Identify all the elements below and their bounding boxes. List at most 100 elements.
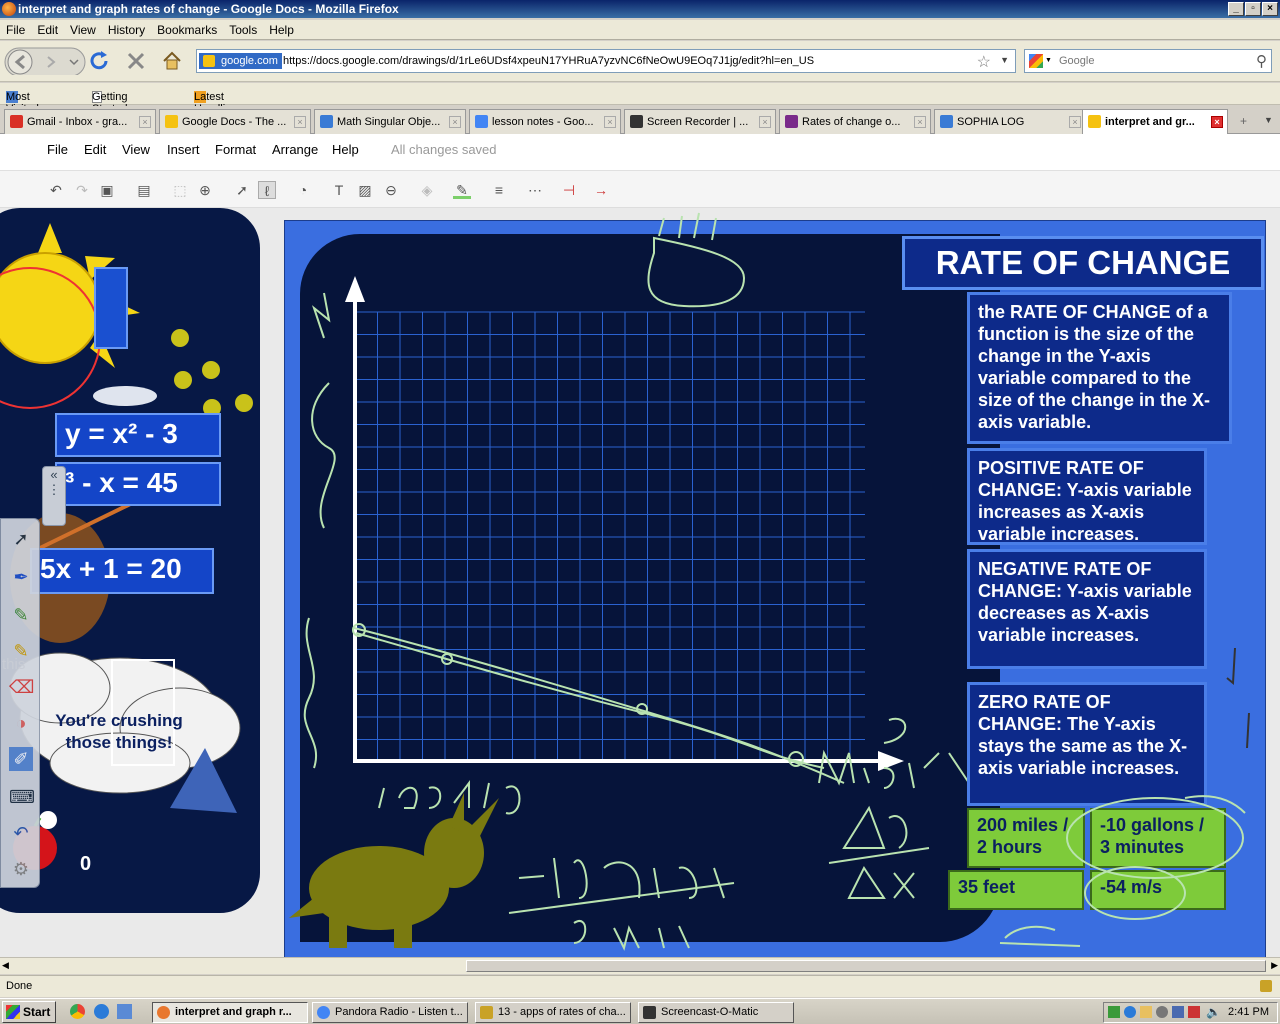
menu-tools[interactable]: Tools [223,20,263,40]
docs-menu-view[interactable]: View [122,142,150,157]
settings-tool-icon[interactable]: ⚙ [9,857,33,881]
select-area-icon[interactable]: ⬚ [171,181,189,199]
tab-list-icon[interactable]: ▼ [1264,115,1273,125]
tab-close-icon[interactable]: × [1069,116,1081,128]
maximize-button[interactable]: ▫ [1245,2,1261,16]
page-icon [785,115,798,128]
window-title-bar: interpret and graph rates of change - Go… [0,0,1280,18]
reload-icon[interactable] [89,47,111,75]
back-forward-icon[interactable] [4,47,86,75]
tray-monitor-icon[interactable] [1172,1006,1184,1018]
stop-icon[interactable] [125,47,147,75]
tab-close-icon[interactable]: × [449,116,461,128]
eraser-tool-icon[interactable]: ⌫ [9,675,34,699]
show-desktop-icon[interactable] [117,1004,132,1019]
negative-rate-box: NEGATIVE RATE OF CHANGE: Y-axis variable… [967,549,1207,669]
collapse-palette-handle[interactable]: «⋮ [42,466,66,526]
tab-close-icon[interactable]: × [139,116,151,128]
search-icon[interactable]: ⚲ [1256,52,1267,70]
paint-format-icon[interactable]: ▤ [135,181,153,199]
redo-icon[interactable]: ↷ [73,181,91,199]
link-icon[interactable]: ⊖ [382,181,400,199]
marker-tool-icon[interactable]: ✎ [9,603,33,627]
tray-app-icon[interactable] [1124,1006,1136,1018]
tab-interpret-and-graph[interactable]: interpret and gr... × [1082,109,1228,135]
clock[interactable]: 2:41 PM [1228,1006,1269,1018]
menu-bookmarks[interactable]: Bookmarks [151,20,223,40]
zoom-icon[interactable]: ⊕ [196,181,214,199]
line-start-icon[interactable]: ⊣ [560,181,578,199]
tab-gmail[interactable]: Gmail - Inbox - gra... × [4,109,156,134]
tab-close-icon[interactable]: × [759,116,771,128]
pointer-tool-icon[interactable]: ➚ [9,527,33,551]
docs-menu-edit[interactable]: Edit [84,142,106,157]
home-icon[interactable] [161,47,183,75]
docs-menu-format[interactable]: Format [215,142,256,157]
line-weight-icon[interactable]: ≡ [490,181,508,199]
whiteboard-tool-icon[interactable]: ✐ [9,747,33,771]
task-screencast[interactable]: Screencast-O-Matic [638,1002,794,1023]
select-pointer-icon[interactable]: ➚ [233,181,251,199]
start-button[interactable]: Start [2,1001,56,1023]
tray-volume-icon[interactable]: 🔈 [1206,1005,1221,1019]
docs-menu-insert[interactable]: Insert [167,142,200,157]
undo-tool-icon[interactable]: ↶ [9,821,33,845]
site-identity-badge[interactable]: google.com [199,53,282,69]
scroll-left-icon[interactable]: ◀ [2,960,9,971]
keyboard-tool-icon[interactable]: ⌨ [9,785,35,809]
paste-icon[interactable]: ▣ [98,181,116,199]
menu-history[interactable]: History [102,20,151,40]
tab-close-icon[interactable]: × [604,116,616,128]
tab-close-icon[interactable]: × [914,116,926,128]
google-engine-icon[interactable] [1029,54,1043,68]
docs-menu-file[interactable]: File [47,142,68,157]
undo-icon[interactable]: ↶ [47,181,65,199]
tab-sophia-log[interactable]: SOPHIA LOG × [934,109,1086,134]
text-box-icon[interactable]: T [330,181,348,199]
url-bar[interactable]: google.com https://docs.google.com/drawi… [196,49,1016,73]
menu-edit[interactable]: Edit [31,20,64,40]
image-icon[interactable]: ▨ [356,181,374,199]
pen-tool-icon[interactable]: ✒ [9,565,33,589]
shape-icon[interactable]: ◔ [294,181,312,199]
drawing-canvas[interactable]: y = x² - 3 ³ - x = 45 5x + 1 = 20 You're… [0,208,1280,958]
line-color-icon[interactable]: ✎ [453,181,471,199]
tray-security-icon[interactable] [1156,1006,1168,1018]
new-tab-icon[interactable]: + [1240,114,1247,128]
tab-lesson-notes[interactable]: lesson notes - Goo... × [469,109,621,134]
line-dash-icon[interactable]: ⋯ [526,181,544,199]
search-bar[interactable]: ▼ Google ⚲ [1024,49,1272,73]
docs-menu-help[interactable]: Help [332,142,359,157]
url-dropdown-icon[interactable]: ▼ [1000,55,1009,65]
tray-recorder-icon[interactable] [1188,1006,1200,1018]
fill-color-icon[interactable]: ◈ [418,181,436,199]
tab-close-icon[interactable]: × [1211,116,1223,128]
scribble-line-icon[interactable]: ℓ [258,181,276,199]
tray-folder-icon[interactable] [1140,1006,1152,1018]
clear-tool-icon[interactable]: ◑ [9,711,33,735]
task-apps-of-rates[interactable]: 13 - apps of rates of cha... [475,1002,631,1023]
tab-math-singular[interactable]: Math Singular Obje... × [314,109,466,134]
tab-screen-recorder[interactable]: Screen Recorder | ... × [624,109,776,134]
tab-close-icon[interactable]: × [294,116,306,128]
horizontal-scrollbar[interactable]: ◀ ▶ [0,957,1280,974]
task-pandora[interactable]: Pandora Radio - Listen t... [312,1002,468,1023]
menu-file[interactable]: File [0,20,31,40]
tray-network-icon[interactable] [1108,1006,1120,1018]
scroll-right-icon[interactable]: ▶ [1271,960,1278,971]
bookmark-star-icon[interactable]: ☆ [977,52,991,72]
highlighter-tool-icon[interactable]: ✎ [9,639,33,663]
docs-menu-arrange[interactable]: Arrange [272,142,318,157]
chrome-quicklaunch-icon[interactable] [70,1004,85,1019]
menu-help[interactable]: Help [263,20,300,40]
tab-rates-of-change[interactable]: Rates of change o... × [779,109,931,134]
scroll-thumb[interactable] [466,960,1266,972]
close-button[interactable]: × [1262,2,1278,16]
line-end-icon[interactable]: → [592,181,610,199]
ie-quicklaunch-icon[interactable] [94,1004,109,1019]
menu-view[interactable]: View [64,20,102,40]
engine-dropdown-icon[interactable]: ▼ [1045,57,1052,64]
minimize-button[interactable]: _ [1228,2,1244,16]
task-firefox[interactable]: interpret and graph r... [152,1002,308,1023]
tab-google-docs[interactable]: Google Docs - The ... × [159,109,311,134]
